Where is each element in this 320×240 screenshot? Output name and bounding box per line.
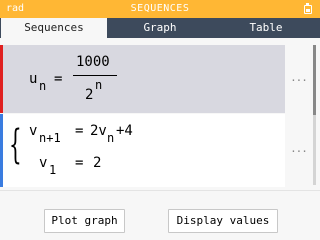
- sequence-name: u: [29, 71, 38, 87]
- status-bar: rad SEQUENCES: [0, 0, 320, 18]
- tab-table[interactable]: Table: [213, 18, 319, 38]
- row-options-button[interactable]: ...: [285, 114, 312, 187]
- sequence-list: u n = 1000 2 n ... { v n+1 = 2v n +4 v 1…: [0, 38, 320, 190]
- fraction-bar: [73, 75, 117, 76]
- initial-value: 2: [93, 155, 102, 171]
- recurrence-name: v: [29, 123, 38, 139]
- denominator-exponent: n: [95, 78, 103, 92]
- scrollbar[interactable]: [313, 45, 316, 185]
- sequence-index: n: [39, 79, 47, 93]
- more-icon: ...: [290, 71, 308, 84]
- equals-sign: =: [54, 71, 63, 87]
- initial-name: v: [39, 155, 48, 171]
- fraction-numerator: 1000: [76, 54, 110, 70]
- row-options-button[interactable]: ...: [285, 45, 312, 113]
- sequence-row-v[interactable]: { v n+1 = 2v n +4 v 1 = 2 ...: [0, 114, 312, 187]
- display-values-button[interactable]: Display values: [168, 209, 278, 233]
- recurrence-rhs: 2v: [90, 123, 107, 139]
- sequence-definition-v[interactable]: { v n+1 = 2v n +4 v 1 = 2: [3, 114, 285, 187]
- recurrence-equals: =: [75, 123, 84, 139]
- recurrence-rhs-index: n: [107, 131, 115, 145]
- initial-index: 1: [49, 163, 57, 177]
- tab-bar: Sequences Graph Table: [0, 18, 320, 38]
- more-icon: ...: [290, 142, 308, 155]
- app-title: SEQUENCES: [130, 3, 190, 14]
- sequence-row-u[interactable]: u n = 1000 2 n ...: [0, 45, 312, 113]
- battery-icon: [304, 3, 312, 14]
- scrollbar-thumb[interactable]: [313, 45, 316, 115]
- initial-equals: =: [75, 155, 84, 171]
- plot-graph-button[interactable]: Plot graph: [44, 209, 125, 233]
- bottom-toolbar: Plot graph Display values: [0, 190, 320, 240]
- denominator-base: 2: [85, 87, 94, 103]
- tab-sequences[interactable]: Sequences: [1, 18, 107, 38]
- recurrence-index: n+1: [39, 131, 61, 145]
- sequence-definition-u[interactable]: u n = 1000 2 n: [3, 45, 285, 113]
- tab-graph[interactable]: Graph: [107, 18, 213, 38]
- system-brace-icon: {: [9, 122, 22, 168]
- recurrence-rhs-suffix: +4: [116, 123, 133, 139]
